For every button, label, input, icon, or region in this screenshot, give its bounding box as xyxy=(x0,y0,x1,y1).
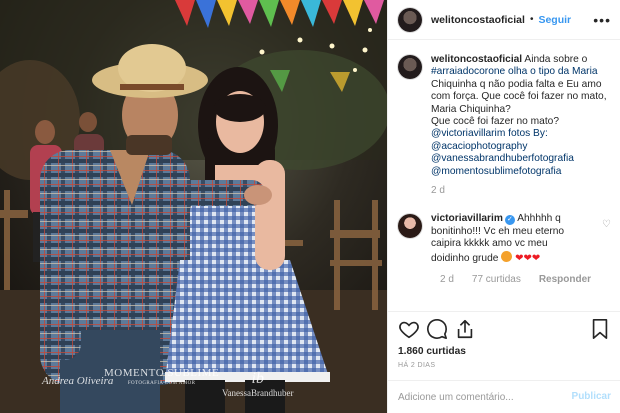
caption-mention-victoria[interactable]: @victoriavillarim fotos By: xyxy=(431,128,613,140)
author-avatar[interactable] xyxy=(398,7,422,32)
follow-button[interactable]: Seguir xyxy=(538,14,571,26)
caption-hashtag-line[interactable]: #arraiadocorone olha o tipo da Maria xyxy=(431,66,613,78)
share-icon[interactable] xyxy=(454,318,476,340)
comment-meta: 2 d 77 curtidas Responder xyxy=(440,274,620,285)
header-separator: • xyxy=(529,14,534,25)
watermark-vanessa-name: VanessaBrandhuber xyxy=(222,387,294,398)
comment-victoria: victoriavillarim ✓ Ahhhhh q bonitinho!!! … xyxy=(388,213,620,265)
comment-icon[interactable] xyxy=(426,318,448,340)
commenter-avatar[interactable] xyxy=(398,214,422,239)
caption-mention-acacia[interactable]: @acaciophotography xyxy=(431,141,613,153)
publish-button[interactable]: Publicar xyxy=(572,391,611,402)
watermark-left: Andrea Oliveira xyxy=(42,375,114,387)
caption-line-3: com força. Que cocê foi fazer no mato, xyxy=(431,91,607,103)
caption-line-2: Chiquinha q não podia falta e Eu amo xyxy=(431,78,602,90)
caption-age: 2 d xyxy=(431,185,445,197)
watermark-momento-sub: FOTOGRAFIA COM AMOR xyxy=(127,380,196,386)
likes-count[interactable]: 1.860 curtidas xyxy=(398,346,466,357)
caption-line-0: Ainda sobre o xyxy=(524,54,588,65)
caption-comment: welitoncostaoficial Ainda sobre o #arrai… xyxy=(388,54,620,197)
comment-like-heart-icon[interactable]: ♡ xyxy=(602,219,611,230)
post-header: welitoncostaoficial • Seguir ••• xyxy=(388,0,620,40)
reply-button[interactable]: Responder xyxy=(539,274,591,285)
posted-time: HÁ 2 DIAS xyxy=(398,362,436,369)
verified-badge-icon: ✓ xyxy=(504,215,515,226)
red-heart-emoji-icon: ❤❤❤ xyxy=(515,252,541,264)
photo-illustration xyxy=(0,0,387,413)
add-comment-input[interactable] xyxy=(398,389,558,405)
caption-avatar[interactable] xyxy=(398,55,422,79)
comment-likes[interactable]: 77 curtidas xyxy=(472,274,521,285)
watermark-momento-sublime: MOMENTO SUBLIME FOTOGRAFIA COM AMOR xyxy=(104,367,220,386)
actions-divider xyxy=(388,311,620,312)
caption-mention-momento[interactable]: @momentosublimefotografia xyxy=(431,166,613,178)
comment-text: victoriavillarim ✓ Ahhhhh q bonitinho!!! … xyxy=(431,213,613,265)
comment-line-1: bonitinho!!! Vc eh meu eterno xyxy=(431,225,565,237)
post-photo[interactable]: Andrea Oliveira MOMENTO SUBLIME FOTOGRAF… xyxy=(0,0,387,413)
post-side-panel: welitoncostaoficial • Seguir ••• weliton… xyxy=(387,0,620,413)
caption-mention-vanessa[interactable]: @vanessabrandhuberfotografia xyxy=(431,153,613,165)
comment-line-3: doidinho grude xyxy=(431,252,499,264)
more-horizontal-icon[interactable]: ••• xyxy=(593,12,611,28)
caption-line-4: Maria Chiquinha? xyxy=(431,103,511,115)
bookmark-icon[interactable] xyxy=(589,318,611,340)
caption-line-5: Que cocê foi fazer no mato? xyxy=(431,116,559,128)
caption-text: welitoncostaoficial Ainda sobre o #arrai… xyxy=(431,54,613,197)
watermark-momento-title: MOMENTO SUBLIME xyxy=(104,367,220,379)
post-actions xyxy=(398,318,611,340)
caption-username[interactable]: welitoncostaoficial xyxy=(431,54,522,65)
watermark-vanessa-logo: ib xyxy=(251,370,264,387)
comment-line-0: Ahhhhh q xyxy=(517,213,561,225)
author-username[interactable]: welitoncostaoficial xyxy=(431,14,525,26)
comment-age: 2 d xyxy=(440,274,454,286)
comments-list: welitoncostaoficial Ainda sobre o #arrai… xyxy=(388,54,620,285)
heart-icon[interactable] xyxy=(398,318,420,340)
heart-eyes-emoji-icon xyxy=(501,250,513,262)
commenter-username[interactable]: victoriavillarim xyxy=(431,213,503,224)
watermark-vanessa: ib VanessaBrandhuber xyxy=(222,370,294,398)
comment-line-2: caipira kkkkk amo vc meu xyxy=(431,238,548,250)
add-comment-bar: Publicar xyxy=(388,380,620,413)
